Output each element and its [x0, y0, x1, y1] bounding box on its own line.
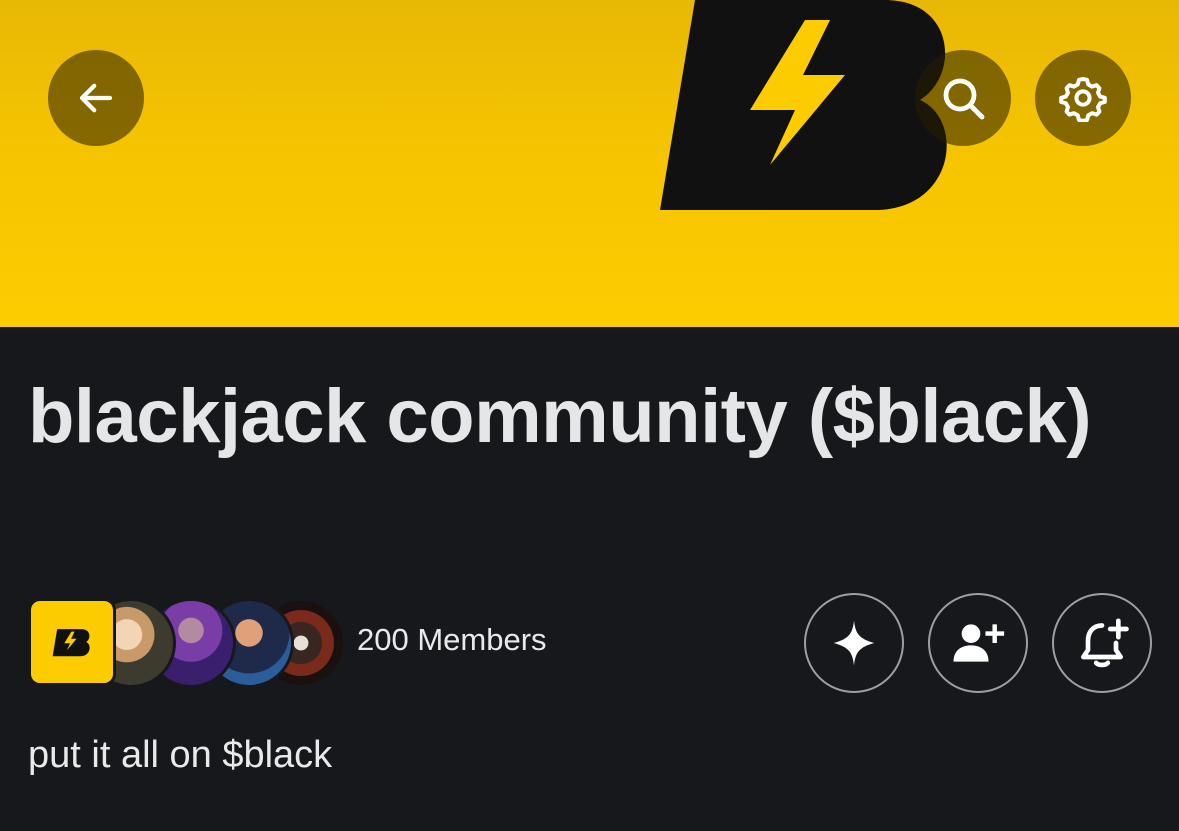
back-button[interactable] — [48, 50, 144, 146]
community-banner — [0, 0, 1179, 327]
bell-plus-icon — [1081, 618, 1129, 668]
notifications-button[interactable] — [1052, 593, 1152, 693]
add-user-icon — [953, 624, 1005, 662]
settings-button[interactable] — [1035, 50, 1131, 146]
arrow-left-icon — [79, 83, 113, 113]
community-title: blackjack community ($black) — [28, 374, 1092, 459]
community-logo-avatar — [28, 598, 116, 686]
community-bio: put it all on $black — [28, 734, 333, 776]
bolt-b-logo-icon — [52, 629, 90, 657]
member-avatars[interactable] — [28, 598, 348, 688]
sparkle-icon — [833, 620, 875, 666]
add-user-button[interactable] — [928, 593, 1028, 693]
search-icon — [943, 78, 985, 120]
search-button[interactable] — [915, 50, 1011, 146]
sparkle-button[interactable] — [804, 593, 904, 693]
member-count[interactable]: 200 Members — [357, 622, 547, 658]
gear-icon — [1059, 77, 1107, 122]
